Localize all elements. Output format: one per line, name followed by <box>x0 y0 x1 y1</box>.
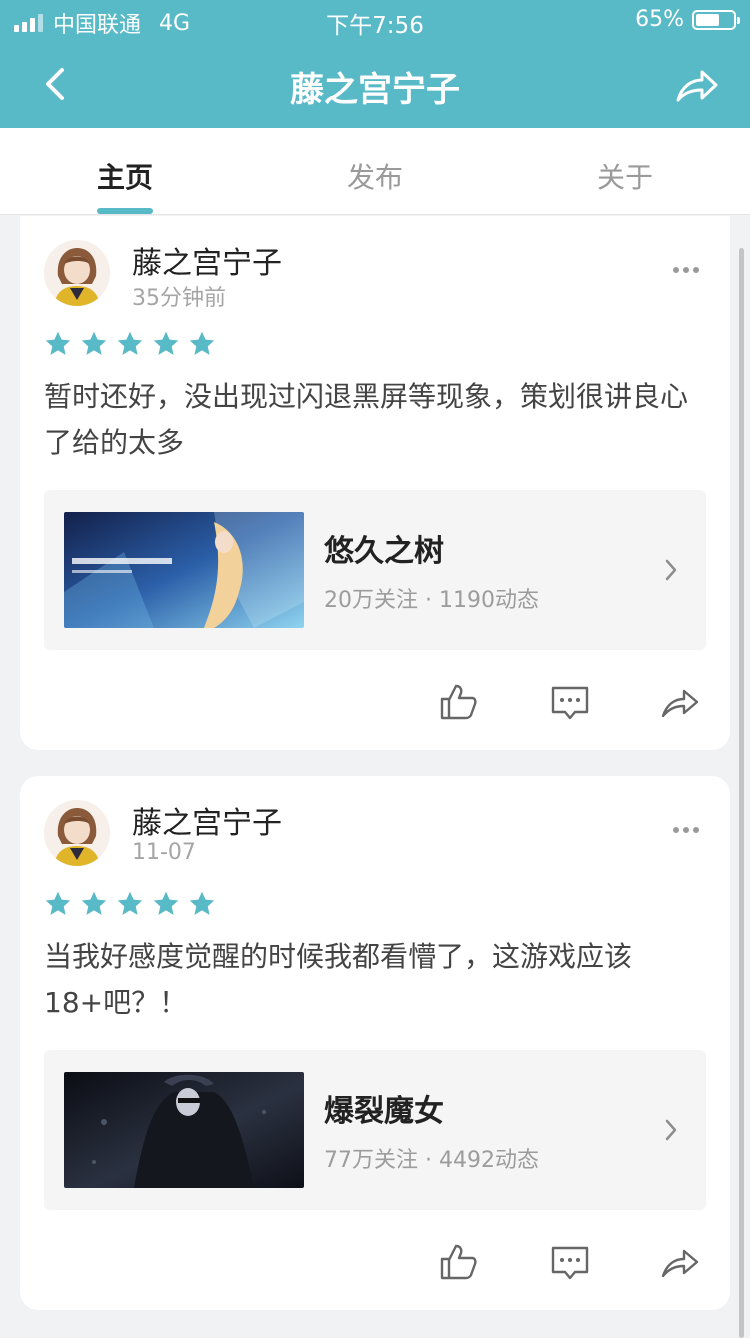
star-icon <box>117 891 143 915</box>
rating-stars <box>44 330 216 358</box>
avatar[interactable] <box>44 800 110 866</box>
more-options-icon[interactable] <box>672 826 700 834</box>
thumbs-up-icon[interactable] <box>438 682 478 722</box>
game-cover-image <box>64 1072 304 1188</box>
post-time: 35分钟前 <box>132 286 226 311</box>
post-time: 11-07 <box>132 840 196 865</box>
post-card: 藤之宫宁子 11-07 当我好感度觉醒的时候我都看懵了，这游戏应该18+吧？！ <box>20 776 730 1310</box>
star-icon <box>153 331 179 355</box>
share-icon[interactable] <box>660 1242 700 1282</box>
avatar[interactable] <box>44 240 110 306</box>
review-text: 当我好感度觉醒的时候我都看懵了，这游戏应该18+吧？！ <box>44 940 633 1019</box>
star-icon <box>81 891 107 915</box>
battery-icon <box>692 9 740 30</box>
share-icon[interactable] <box>660 682 700 722</box>
game-name: 悠久之树 <box>324 534 444 569</box>
star-icon <box>153 891 179 915</box>
thumbs-up-icon[interactable] <box>438 1242 478 1282</box>
tab-bar: 主页 发布 关于 <box>0 128 750 215</box>
comment-icon[interactable] <box>550 1242 590 1282</box>
status-right: 65% <box>635 7 740 32</box>
tab-about[interactable]: 关于 <box>500 128 750 214</box>
page-title: 藤之宫宁子 <box>290 70 460 110</box>
nav-bar: 藤之宫宁子 <box>0 40 750 128</box>
star-icon <box>189 331 215 355</box>
star-icon <box>45 891 71 915</box>
review-text: 暂时还好，没出现过闪退黑屏等现象，策划很讲良心了给的太多 <box>44 380 689 459</box>
game-link[interactable]: 悠久之树 20万关注 · 1190动态 <box>44 490 706 650</box>
star-icon <box>81 331 107 355</box>
star-icon <box>117 331 143 355</box>
game-stats: 77万关注 · 4492动态 <box>324 1148 539 1173</box>
username[interactable]: 藤之宫宁子 <box>132 238 282 282</box>
share-icon[interactable] <box>672 60 720 108</box>
chevron-right-icon <box>665 1119 677 1141</box>
comment-icon[interactable] <box>550 682 590 722</box>
game-cover-image <box>64 512 304 628</box>
tab-publish[interactable]: 发布 <box>250 128 500 214</box>
scrollbar[interactable] <box>739 248 744 1338</box>
battery-percent: 65% <box>635 7 684 32</box>
tab-home[interactable]: 主页 <box>0 128 250 214</box>
game-name: 爆裂魔女 <box>324 1094 444 1129</box>
game-link[interactable]: 爆裂魔女 77万关注 · 4492动态 <box>44 1050 706 1210</box>
post-card: 藤之宫宁子 35分钟前 暂时还好，没出现过闪退黑屏等现象，策划很讲良心了给的太多 <box>20 216 730 750</box>
more-options-icon[interactable] <box>672 266 700 274</box>
username[interactable]: 藤之宫宁子 <box>132 798 282 842</box>
status-bar: 中国联通 4G 下午7:56 65% <box>0 0 750 40</box>
game-stats: 20万关注 · 1190动态 <box>324 588 539 613</box>
rating-stars <box>44 890 216 918</box>
star-icon <box>45 331 71 355</box>
star-icon <box>189 891 215 915</box>
chevron-right-icon <box>665 559 677 581</box>
